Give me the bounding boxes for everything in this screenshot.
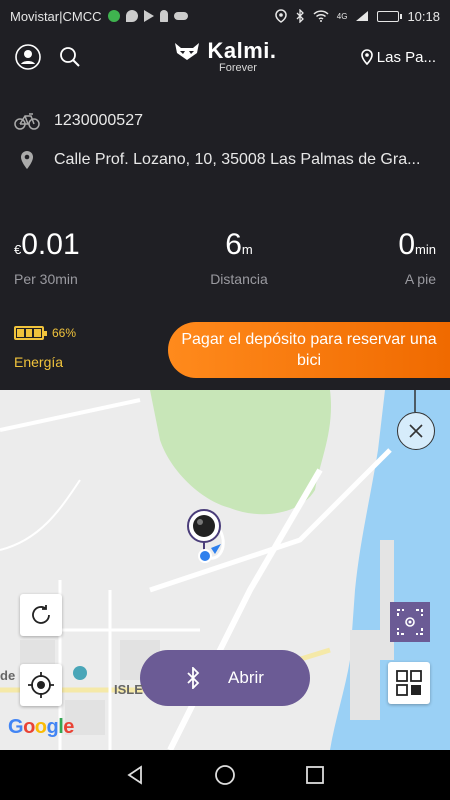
map-label-isleta: ISLE — [114, 682, 143, 697]
crosshair-icon — [28, 672, 54, 698]
profile-button[interactable] — [14, 43, 42, 71]
logo-subtitle: Forever — [219, 62, 257, 74]
carrier-name: Movistar|CMCC — [10, 8, 102, 24]
home-circle-icon — [215, 765, 235, 785]
bike-address: Calle Prof. Lozano, 10, 35008 Las Palmas… — [54, 151, 421, 168]
price-label: Per 30min — [14, 271, 78, 287]
walk-time-stat: 0min A pie — [398, 228, 436, 287]
logo-text: Kalmi. — [207, 38, 277, 63]
refresh-button[interactable] — [20, 594, 62, 636]
refresh-icon — [32, 605, 50, 624]
play-store-icon — [143, 10, 154, 22]
location-label: Las Pa... — [376, 48, 436, 66]
location-selector[interactable]: Las Pa... — [360, 48, 436, 66]
wifi-icon — [313, 10, 329, 22]
bike-info-panel: 1230000527 Calle Prof. Lozano, 10, 35008… — [0, 82, 450, 390]
system-nav-bar — [0, 750, 450, 800]
raccoon-logo-icon — [175, 43, 200, 60]
distance-label: Distancia — [210, 271, 268, 287]
distance-stat: 6m Distancia — [210, 228, 268, 287]
close-button[interactable] — [397, 412, 435, 450]
wechat-icon — [107, 10, 120, 22]
clock: 10:18 — [407, 8, 440, 24]
museum-poi-icon — [73, 666, 87, 680]
energy-percent: 66% — [52, 326, 77, 340]
price-value: 0.01 — [21, 228, 80, 261]
location-pin-icon — [275, 9, 287, 23]
network-type: 4G — [336, 11, 348, 21]
user-icon — [15, 44, 41, 70]
energy-indicator: 66% Energía — [14, 326, 76, 370]
target-view-button[interactable] — [390, 602, 430, 642]
back-triangle-icon — [127, 765, 142, 785]
energy-label: Energía — [14, 354, 64, 370]
recents-square-icon — [306, 766, 324, 784]
price-stat: €0.01 Per 30min — [14, 228, 80, 287]
open-lock-label: Abrir — [228, 668, 264, 687]
cloud-icon — [173, 12, 188, 20]
notification-icons — [107, 10, 188, 22]
qr-scan-button[interactable] — [388, 662, 430, 704]
map-view[interactable]: Abrir ISLE de Google — [0, 390, 450, 750]
bluetooth-icon — [187, 667, 200, 689]
distance-unit: m — [241, 242, 253, 257]
open-lock-button[interactable]: Abrir — [140, 650, 310, 706]
battery-icon — [377, 10, 403, 22]
qr-grid-icon — [396, 670, 422, 696]
bicycle-icon — [14, 113, 40, 130]
google-logo: Google — [8, 716, 74, 738]
search-icon — [60, 47, 80, 67]
walk-time-unit: min — [415, 242, 436, 257]
search-button[interactable] — [56, 43, 84, 71]
bluetooth-icon — [296, 9, 304, 23]
map-pin-icon — [360, 49, 373, 65]
focus-target-icon — [397, 609, 423, 635]
app-header: Kalmi. Forever Las Pa... — [0, 32, 450, 82]
home-button[interactable] — [210, 760, 240, 790]
bike-marker-icon[interactable] — [183, 508, 227, 568]
status-bar: Movistar|CMCC 4G 10:18 — [0, 0, 450, 32]
bike-id: 1230000527 — [54, 112, 143, 129]
locate-me-button[interactable] — [20, 664, 62, 706]
map-label-de: de — [0, 668, 16, 683]
walk-time-label: A pie — [404, 271, 436, 287]
chat-bubble-icon — [125, 10, 138, 22]
signal-icon — [356, 11, 369, 21]
keyhole-icon — [159, 10, 168, 22]
distance-value: 6 — [225, 228, 242, 261]
bike-id-row: 1230000527 — [14, 112, 143, 130]
battery-level-icon — [14, 326, 47, 340]
close-icon — [409, 424, 423, 438]
location-marker-icon — [21, 151, 33, 169]
recents-button[interactable] — [300, 760, 330, 790]
walk-time-value: 0 — [398, 228, 416, 261]
trip-stats: €0.01 Per 30min 6m Distancia 0min A pie — [0, 228, 450, 287]
back-button[interactable] — [120, 760, 150, 790]
pay-deposit-button[interactable]: Pagar el depósito para reservar una bici — [168, 322, 450, 378]
address-row: Calle Prof. Lozano, 10, 35008 Las Palmas… — [14, 150, 420, 170]
